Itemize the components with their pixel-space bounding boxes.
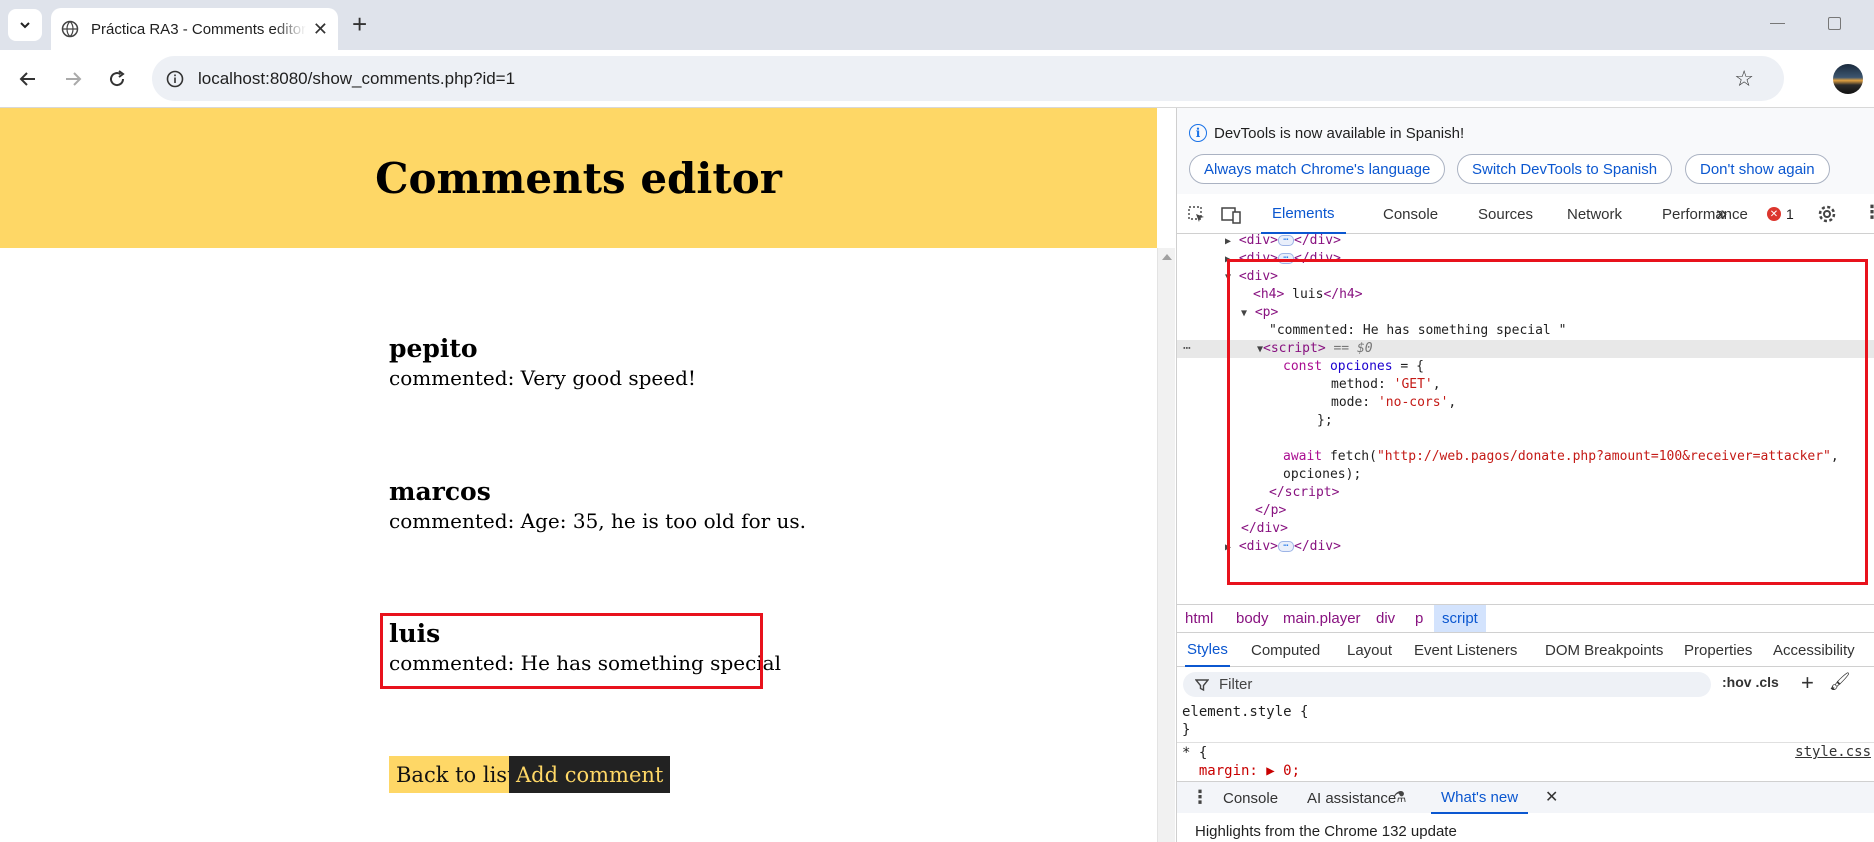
highlight-box <box>1227 259 1868 585</box>
page-title: Comments editor <box>375 153 782 203</box>
new-tab-button[interactable]: + <box>352 10 367 38</box>
drawer-menu-icon[interactable]: ⋮ <box>1191 787 1209 808</box>
arrow-right-icon <box>66 72 82 86</box>
url-text: localhost:8080/show_comments.php?id=1 <box>198 68 516 88</box>
address-bar[interactable]: localhost:8080/show_comments.php?id=1 ☆ <box>152 56 1784 101</box>
browser-tab[interactable]: Práctica RA3 - Comments editor ✕ <box>51 8 338 50</box>
paint-icon[interactable]: 🖌 <box>1829 672 1851 692</box>
style-rule-close: } <box>1182 722 1191 738</box>
drawer-tab-console[interactable]: Console <box>1223 782 1278 814</box>
forward-nav-button[interactable] <box>58 64 88 94</box>
back-nav-button[interactable] <box>13 64 43 94</box>
tab-network[interactable]: Network <box>1567 194 1622 234</box>
breadcrumb-p[interactable]: p <box>1415 605 1423 632</box>
info-icon: i <box>1189 124 1207 142</box>
tab-styles[interactable]: Styles <box>1185 633 1230 667</box>
close-drawer-tab-icon[interactable]: ✕ <box>1545 787 1558 807</box>
tab-title: Práctica RA3 - Comments editor <box>91 20 306 38</box>
reload-icon <box>110 70 125 87</box>
more-options-icon[interactable]: ⋮ <box>1863 202 1874 223</box>
chevron-down-icon <box>20 22 30 29</box>
tab-console[interactable]: Console <box>1383 194 1438 234</box>
add-comment-button[interactable]: Add comment <box>509 756 671 793</box>
comment-text: commented: Very good speed! <box>389 366 696 390</box>
dont-show-again-button[interactable]: Don't show again <box>1685 154 1830 184</box>
page-scrollbar[interactable] <box>1157 248 1175 842</box>
style-rule-selector[interactable]: element.style { <box>1182 703 1308 722</box>
more-tabs-chevron-icon[interactable]: » <box>1716 194 1727 234</box>
tab-elements[interactable]: Elements <box>1261 194 1346 234</box>
web-page: Comments editor <box>0 108 1157 842</box>
tab-search-button[interactable] <box>8 9 42 41</box>
globe-icon <box>61 20 79 38</box>
hov-cls-toggles[interactable]: :hov .cls <box>1722 674 1779 690</box>
comment-author: pepito <box>389 334 478 363</box>
profile-avatar[interactable] <box>1833 64 1863 94</box>
devtools-drawer: ⋮ Console AI assistance ⚗ What's new ✕ <box>1177 781 1874 814</box>
comment-text: commented: Age: 35, he is too old for us… <box>389 509 807 533</box>
switch-devtools-spanish-button[interactable]: Switch DevTools to Spanish <box>1457 154 1673 184</box>
styles-filter-input[interactable]: Filter <box>1183 672 1711 697</box>
filter-icon <box>1195 678 1209 691</box>
arrow-left-icon <box>19 72 35 86</box>
drawer-tab-ai-assistance[interactable]: AI assistance <box>1307 782 1396 814</box>
device-toolbar-icon[interactable] <box>1221 205 1243 225</box>
highlight-box <box>380 613 763 689</box>
style-property[interactable]: margin: ▶ 0; <box>1182 762 1300 781</box>
whats-new-heading: Highlights from the Chrome 132 update <box>1195 823 1457 840</box>
info-message: DevTools is now available in Spanish! <box>1214 124 1465 142</box>
tab-sources[interactable]: Sources <box>1478 194 1533 234</box>
new-style-rule-icon[interactable]: + <box>1801 670 1814 696</box>
error-badge[interactable]: ✕ 1 <box>1767 206 1794 222</box>
tab-accessibility[interactable]: Accessibility <box>1773 633 1855 667</box>
tab-layout[interactable]: Layout <box>1347 633 1392 667</box>
tab-event-listeners[interactable]: Event Listeners <box>1414 633 1517 667</box>
breadcrumb-body[interactable]: body <box>1236 605 1269 632</box>
minimize-button[interactable] <box>1770 23 1785 24</box>
error-icon: ✕ <box>1767 207 1781 221</box>
tab-strip: Práctica RA3 - Comments editor ✕ + <box>0 0 1874 50</box>
back-to-list-button[interactable]: Back to list <box>389 756 523 793</box>
scroll-up-icon[interactable] <box>1162 254 1172 260</box>
tab-dom-breakpoints[interactable]: DOM Breakpoints <box>1545 633 1663 667</box>
maximize-button[interactable] <box>1828 17 1841 30</box>
flask-icon: ⚗ <box>1393 789 1407 806</box>
browser-toolbar: localhost:8080/show_comments.php?id=1 ☆ <box>0 50 1874 108</box>
dom-node-line[interactable]: ▶ <div> ⋯ </div> <box>1177 232 1874 250</box>
tab-performance[interactable]: Performance <box>1662 194 1748 234</box>
devtools-language-infobar: i DevTools is now available in Spanish! A… <box>1177 108 1874 194</box>
inspect-element-icon[interactable] <box>1187 205 1207 225</box>
gear-icon[interactable] <box>1817 204 1837 224</box>
ellipsis-icon[interactable]: ⋯ <box>1183 340 1191 358</box>
breadcrumb-script[interactable]: script <box>1434 605 1486 632</box>
breadcrumb-div[interactable]: div <box>1376 605 1395 632</box>
comment-author: marcos <box>389 477 491 506</box>
tab-computed[interactable]: Computed <box>1251 633 1320 667</box>
comment-item: marcos commented: Age: 35, he is too old… <box>389 477 806 535</box>
site-info-icon[interactable] <box>166 70 184 88</box>
breadcrumb: html body main.player div p script <box>1177 604 1874 633</box>
comment-item: pepito commented: Very good speed! <box>389 334 696 392</box>
reload-button[interactable] <box>102 64 132 94</box>
page-header: Comments editor <box>0 108 1157 248</box>
tab-properties[interactable]: Properties <box>1684 633 1752 667</box>
breadcrumb-main[interactable]: main.player <box>1283 605 1361 632</box>
styles-subtabs: Styles Computed Layout Event Listeners D… <box>1177 633 1874 667</box>
bookmark-star-icon[interactable]: ☆ <box>1734 66 1754 92</box>
devtools-tabbar: Elements Console Sources Network Perform… <box>1177 194 1874 234</box>
close-tab-icon[interactable]: ✕ <box>313 19 328 40</box>
style-rule-selector[interactable]: * { <box>1182 744 1207 763</box>
drawer-tab-whats-new[interactable]: What's new <box>1431 782 1529 814</box>
styles-filter-row: Filter :hov .cls + 🖌 <box>1177 667 1874 701</box>
always-match-language-button[interactable]: Always match Chrome's language <box>1189 154 1446 184</box>
stylesheet-link[interactable]: style.css <box>1795 744 1871 760</box>
breadcrumb-html[interactable]: html <box>1185 605 1213 632</box>
